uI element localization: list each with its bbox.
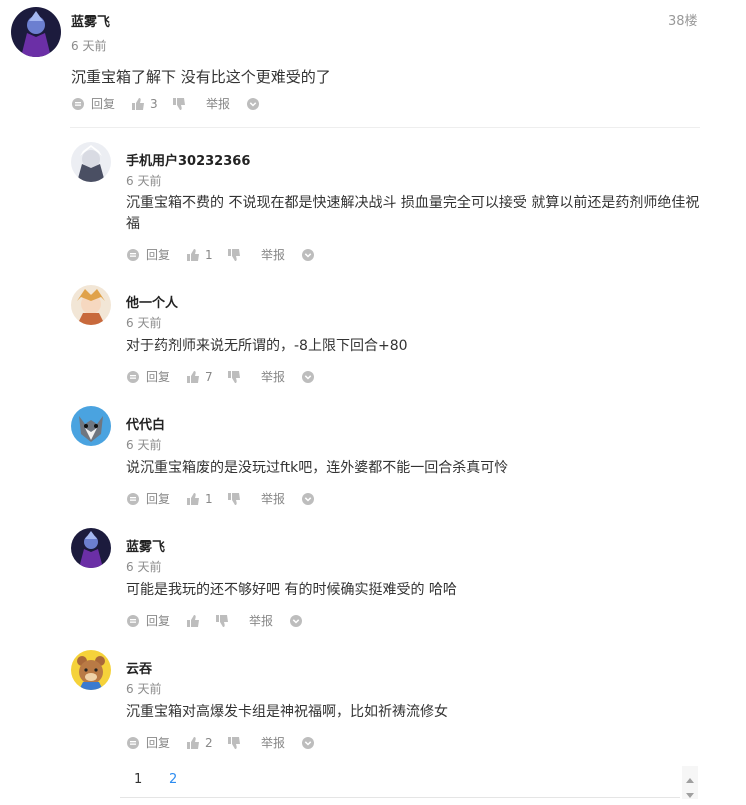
reply-icon[interactable]	[126, 492, 140, 506]
like-icon[interactable]	[186, 492, 200, 506]
comment-time: 6 天前	[71, 39, 107, 53]
report-button[interactable]: 举报	[261, 492, 285, 506]
chevron-down-icon[interactable]	[289, 614, 303, 628]
chevron-down-icon[interactable]	[301, 248, 315, 262]
like-icon[interactable]	[186, 736, 200, 750]
avatar[interactable]	[71, 650, 111, 690]
like-icon[interactable]	[131, 97, 145, 111]
reply-author[interactable]: 蓝雾飞	[126, 536, 165, 555]
reply-time: 6 天前	[126, 560, 162, 574]
reply-time: 6 天前	[126, 174, 162, 188]
page-2-link[interactable]: 2	[169, 772, 177, 787]
reply-button[interactable]: 回复	[91, 97, 115, 111]
divider	[120, 797, 680, 798]
chevron-down-icon[interactable]	[301, 492, 315, 506]
reply-actions: 回复 举报	[126, 614, 426, 630]
page-1-link[interactable]: 1	[134, 772, 142, 787]
dislike-icon[interactable]	[172, 97, 186, 111]
like-icon[interactable]	[186, 370, 200, 384]
reply-time: 6 天前	[126, 682, 162, 696]
like-count: 3	[150, 97, 158, 111]
chevron-down-icon[interactable]	[246, 97, 260, 111]
like-icon[interactable]	[186, 248, 200, 262]
scroll-up-arrow-icon[interactable]	[684, 772, 696, 784]
like-icon[interactable]	[186, 614, 200, 628]
comment-content: 沉重宝箱了解下 没有比这个更难受的了	[71, 68, 331, 86]
report-button[interactable]: 举报	[261, 736, 285, 750]
floor-number: 38楼	[668, 14, 698, 29]
chevron-down-icon[interactable]	[301, 736, 315, 750]
dislike-icon[interactable]	[227, 492, 241, 506]
chevron-down-icon[interactable]	[301, 370, 315, 384]
avatar[interactable]	[71, 528, 111, 568]
avatar[interactable]	[71, 406, 111, 446]
reply-actions: 回复 1 举报	[126, 248, 426, 264]
reply-button[interactable]: 回复	[146, 492, 170, 506]
divider	[70, 127, 700, 128]
dislike-icon[interactable]	[215, 614, 229, 628]
reply-icon[interactable]	[126, 248, 140, 262]
avatar[interactable]	[71, 142, 111, 182]
report-button[interactable]: 举报	[206, 97, 230, 111]
reply-actions: 回复 1 举报	[126, 492, 426, 508]
reply-author[interactable]: 代代白	[126, 414, 165, 433]
dislike-icon[interactable]	[227, 370, 241, 384]
like-count: 2	[205, 736, 213, 750]
reply-content: 可能是我玩的还不够好吧 有的时候确实挺难受的 哈哈	[126, 582, 457, 598]
like-count: 7	[205, 370, 213, 384]
like-count: 1	[205, 492, 213, 506]
reply-icon[interactable]	[126, 370, 140, 384]
scroll-down-arrow-icon[interactable]	[684, 786, 696, 798]
reply-time: 6 天前	[126, 316, 162, 330]
reply-author[interactable]: 云吞	[126, 658, 152, 677]
comment-author[interactable]: 蓝雾飞	[71, 11, 110, 30]
reply-author[interactable]: 他一个人	[126, 292, 178, 311]
reply-content: 说沉重宝箱废的是没玩过ftk吧，连外婆都不能一回合杀真可怜	[126, 460, 509, 476]
reply-icon[interactable]	[126, 614, 140, 628]
reply-author[interactable]: 手机用户30232366	[126, 150, 250, 169]
report-button[interactable]: 举报	[249, 614, 273, 628]
avatar[interactable]	[71, 285, 111, 325]
reply-actions: 回复 7 举报	[126, 370, 426, 386]
reply-content: 对于药剂师来说无所谓的，-8上限下回合+80	[126, 338, 408, 354]
reply-button[interactable]: 回复	[146, 370, 170, 384]
reply-content: 沉重宝箱不费的 不说现在都是快速解决战斗 损血量完全可以接受 就算以前还是药剂师…	[126, 195, 700, 232]
reply-actions: 回复 2 举报	[126, 736, 426, 752]
reply-button[interactable]: 回复	[146, 248, 170, 262]
dislike-icon[interactable]	[227, 736, 241, 750]
reply-button[interactable]: 回复	[146, 614, 170, 628]
dislike-icon[interactable]	[227, 248, 241, 262]
reply-icon[interactable]	[71, 97, 85, 111]
reply-content: 沉重宝箱对高爆发卡组是神祝福啊，比如祈祷流修女	[126, 704, 448, 720]
report-button[interactable]: 举报	[261, 370, 285, 384]
reply-icon[interactable]	[126, 736, 140, 750]
report-button[interactable]: 举报	[261, 248, 285, 262]
reply-button[interactable]: 回复	[146, 736, 170, 750]
avatar[interactable]	[11, 7, 61, 57]
reply-time: 6 天前	[126, 438, 162, 452]
comment-actions: 回复 3 举报	[71, 97, 371, 113]
like-count: 1	[205, 248, 213, 262]
